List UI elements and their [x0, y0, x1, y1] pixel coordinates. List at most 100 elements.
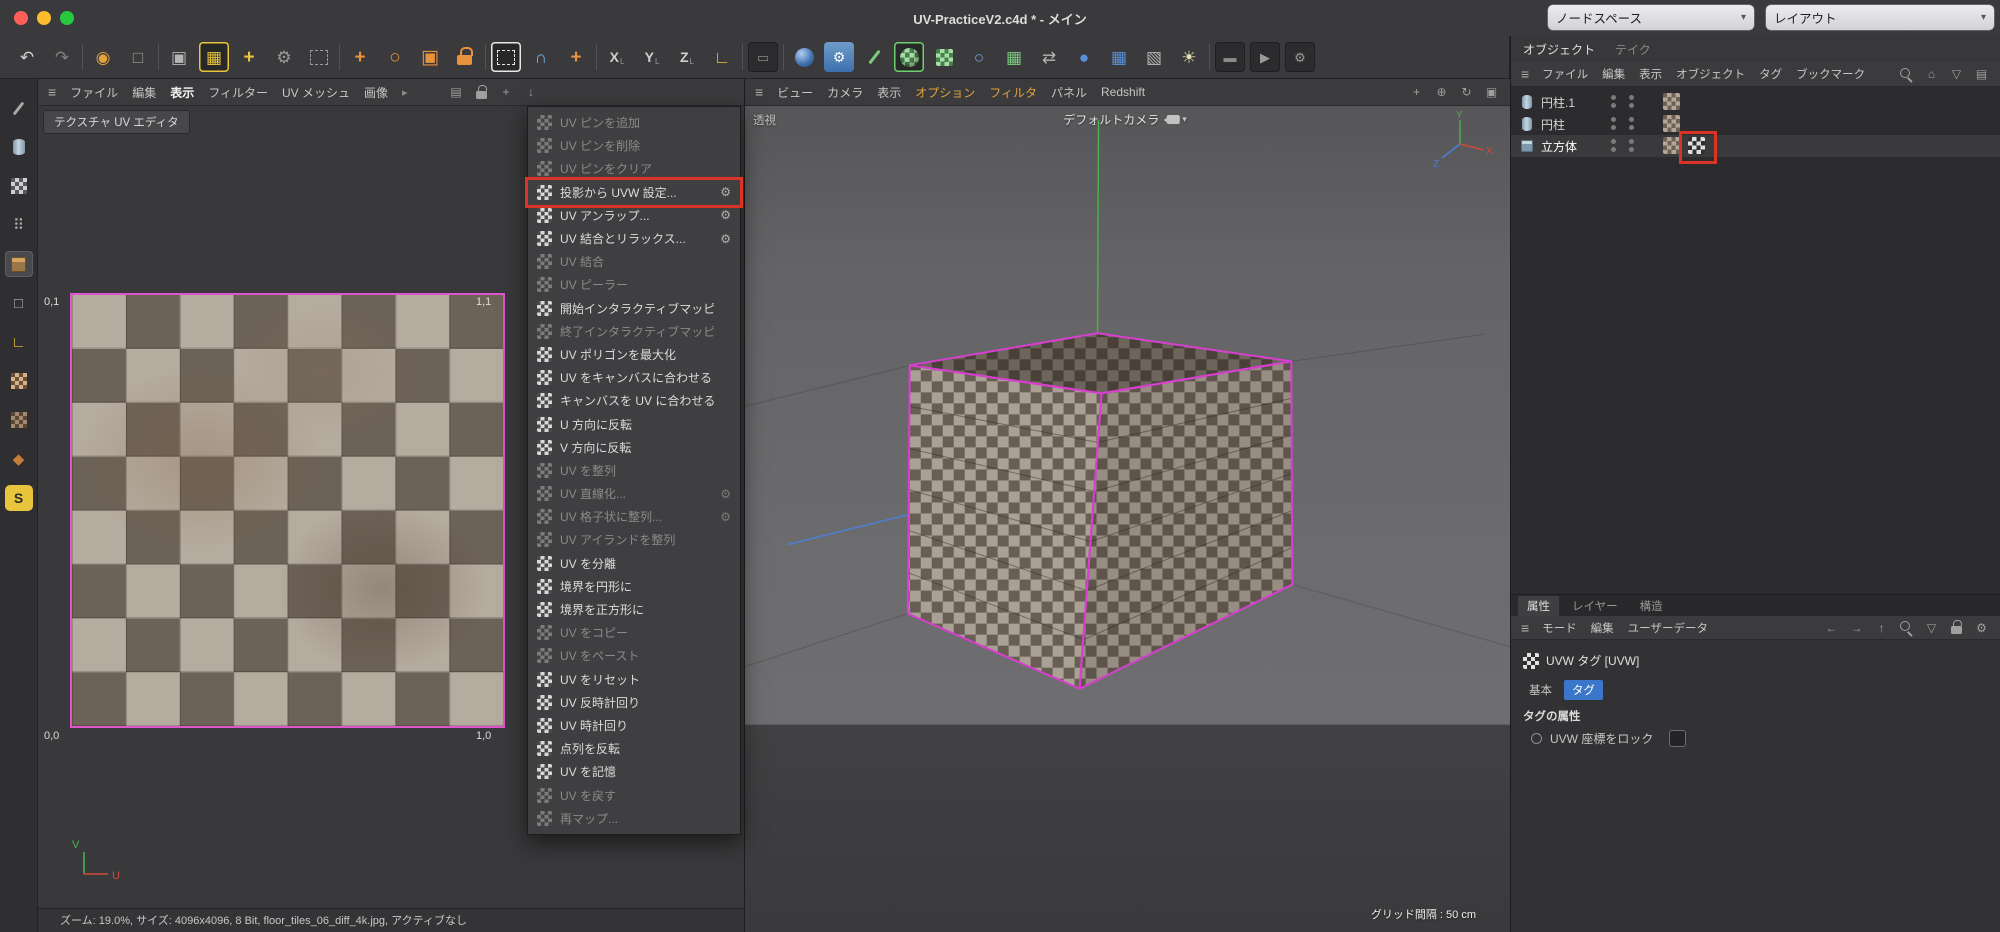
menu-item[interactable]: 編集 [1591, 620, 1614, 636]
menu-item[interactable]: タグ [1759, 66, 1782, 82]
object-row[interactable]: 立方体 [1511, 135, 2000, 157]
menu-item[interactable]: ブックマーク [1796, 66, 1865, 82]
layout-dropdown[interactable]: レイアウト ▾ [1766, 5, 1994, 30]
object-row[interactable]: 円柱.1 [1511, 91, 2000, 113]
menu-item[interactable]: UV を分離 ⚙ [528, 552, 740, 575]
menu-item[interactable]: ファイル [1542, 66, 1588, 82]
object-row[interactable]: 円柱 [1511, 113, 2000, 135]
bookmark-icon[interactable]: ▤ [1973, 66, 1990, 83]
hamburger-icon[interactable]: ≡ [48, 84, 56, 100]
import-icon[interactable]: ↓ [523, 84, 540, 101]
projection-label[interactable]: 透視 [753, 112, 776, 128]
menu-item[interactable]: UV ピンを削除 ⚙ [528, 134, 740, 157]
menu-item[interactable]: UV メッシュ [282, 84, 350, 101]
manager-tab[interactable]: 構造 [1630, 595, 1673, 617]
viewport-canvas[interactable]: 透視 デフォルトカメラ ▾ Y X Z グリッド間隔 : 50 cm [745, 106, 1510, 932]
texture-mode-icon[interactable] [5, 173, 33, 199]
object-name[interactable]: 円柱.1 [1541, 94, 1575, 111]
timeline-icon[interactable]: ▬ [1215, 42, 1245, 72]
menu-item[interactable]: U 方向に反転 ⚙ [528, 412, 740, 435]
manager-tab[interactable]: 属性 [1517, 595, 1560, 617]
render-view-icon[interactable] [789, 42, 819, 72]
menu-item[interactable]: UV ピーラー ⚙ [528, 273, 740, 296]
viewport-layout-icon[interactable]: ▭ [748, 42, 778, 72]
menu-item[interactable]: UV 時計回り ⚙ [528, 714, 740, 737]
edit-pencil-icon[interactable] [859, 42, 889, 72]
nodespace-dropdown[interactable]: ノードスペース ▾ [1548, 5, 1754, 30]
add-object-icon[interactable]: + [561, 42, 591, 72]
menu-item[interactable]: 編集 [1602, 66, 1625, 82]
gear-icon[interactable]: ⚙ [720, 510, 731, 524]
menu-item[interactable]: 表示 [877, 84, 901, 101]
menu-item[interactable]: UV を整列 ⚙ [528, 459, 740, 482]
menu-item[interactable]: UV ピンをクリア ⚙ [528, 157, 740, 180]
deformer-icon[interactable]: ● [1069, 42, 1099, 72]
manager-tab[interactable]: レイヤー [1562, 595, 1628, 617]
menu-item[interactable]: ビュー [777, 84, 813, 101]
menu-item[interactable]: UV を記憶 ⚙ [528, 760, 740, 783]
lock-y-axis-icon[interactable]: Y [637, 42, 667, 72]
orbit-view-icon[interactable]: ↻ [1458, 84, 1475, 101]
uv-polygons-mode-icon[interactable] [5, 407, 33, 433]
texture-view-icon[interactable] [894, 42, 924, 72]
menu-item[interactable]: UV 結合とリラックス... ⚙ [528, 227, 740, 250]
gear-icon[interactable]: ⚙ [720, 232, 731, 246]
undo-icon[interactable]: ↶ [12, 42, 42, 72]
hamburger-icon[interactable]: ≡ [1521, 620, 1529, 636]
uvw-lock-checkbox[interactable] [1669, 730, 1686, 747]
menu-item[interactable]: Redshift [1101, 85, 1145, 99]
render-visibility-dots[interactable] [1629, 117, 1634, 130]
menu-item[interactable]: 点列を反転 ⚙ [528, 737, 740, 760]
menu-item[interactable]: モード [1542, 620, 1577, 636]
menu-item[interactable]: 再マップ... ⚙ [528, 807, 740, 830]
menu-item[interactable]: UV をペースト ⚙ [528, 644, 740, 667]
uv-texture-image[interactable] [70, 293, 505, 728]
menu-item[interactable]: キャンバスを UV に合わせる ⚙ [528, 389, 740, 412]
menu-item[interactable]: UV アンラップ... ⚙ [528, 204, 740, 227]
menu-item[interactable]: UV 格子状に整列... ⚙ [528, 505, 740, 528]
search-icon[interactable] [1898, 66, 1915, 83]
lock-icon[interactable] [473, 84, 490, 101]
maximize-view-icon[interactable]: ▣ [1483, 84, 1500, 101]
menu-item[interactable]: UV ポリゴンを最大化 ⚙ [528, 343, 740, 366]
menu-item[interactable]: UV アイランドを整列 ⚙ [528, 528, 740, 551]
snap-magnet-icon[interactable]: ∩ [526, 42, 556, 72]
uv-points-mode-icon[interactable] [5, 368, 33, 394]
polygons-mode-icon[interactable] [5, 251, 33, 277]
menu-item[interactable]: ファイル [70, 84, 118, 101]
settings-gear-icon[interactable]: ⚙ [1973, 619, 1990, 636]
swap-icon[interactable]: ⇄ [1034, 42, 1064, 72]
uvw-tag-icon[interactable] [1688, 137, 1705, 154]
render-visibility-dots[interactable] [1629, 139, 1634, 152]
menu-item[interactable]: オブジェクト [1676, 66, 1745, 82]
menu-item[interactable]: 画像 [364, 84, 388, 101]
camera-selector[interactable]: デフォルトカメラ ▾ [1063, 111, 1187, 128]
menu-item[interactable]: 投影から UVW 設定... ⚙ [528, 181, 740, 204]
array-icon[interactable]: ▦ [999, 42, 1029, 72]
menu-item[interactable]: 境界を正方形に ⚙ [528, 598, 740, 621]
menu-item[interactable]: UV をコピー ⚙ [528, 621, 740, 644]
play-icon[interactable]: ▶ [1250, 42, 1280, 72]
menu-item[interactable]: 開始インタラクティブマッピング ⚙ [528, 297, 740, 320]
menu-item[interactable]: UV を戻す ⚙ [528, 783, 740, 806]
rectangle-selection-icon[interactable]: □ [123, 42, 153, 72]
gear-icon[interactable]: ⚙ [720, 487, 731, 501]
material-tag-icon[interactable] [1663, 93, 1680, 110]
light-icon[interactable]: ☀ [1174, 42, 1204, 72]
texture-cube-icon[interactable] [929, 42, 959, 72]
render-gear-icon[interactable]: ⚙ [1285, 42, 1315, 72]
lock-x-axis-icon[interactable]: X [602, 42, 632, 72]
lock-icon[interactable] [1948, 619, 1965, 636]
forward-icon[interactable]: → [1848, 619, 1865, 636]
menu-item[interactable]: 終了インタラクティブマッピング ⚙ [528, 320, 740, 343]
paint-tool-icon[interactable]: ◆ [5, 446, 33, 472]
visibility-dots[interactable] [1611, 139, 1616, 152]
lock-z-axis-icon[interactable]: Z [672, 42, 702, 72]
uv-settings-gear-icon[interactable]: ⚙ [269, 42, 299, 72]
coordinate-system-icon[interactable]: ∟ [707, 42, 737, 72]
menu-item[interactable]: UV をキャンバスに合わせる ⚙ [528, 366, 740, 389]
model-mode-icon[interactable] [5, 134, 33, 160]
viewport-scene[interactable] [745, 106, 1510, 932]
filter-icon[interactable]: ▽ [1948, 66, 1965, 83]
points-mode-icon[interactable]: ⠿ [5, 212, 33, 238]
